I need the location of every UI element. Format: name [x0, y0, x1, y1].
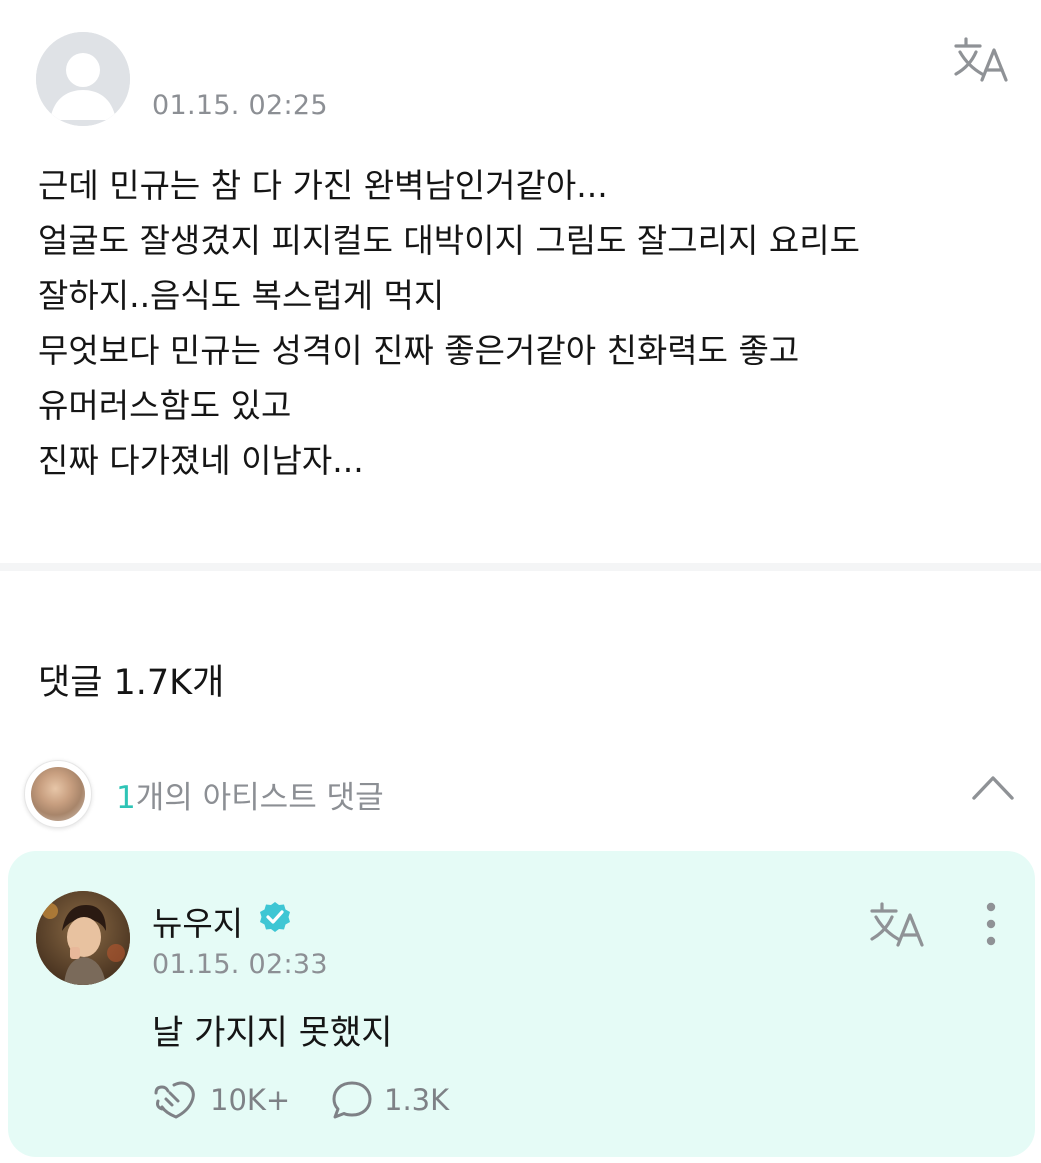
artist-comments-toggle[interactable]: 1개의 아티스트 댓글	[0, 758, 1041, 830]
post-body-line: 근데 민규는 참 다 가진 완벽남인거같아...	[38, 166, 608, 205]
like-count: 10K+	[210, 1083, 291, 1117]
post-body-line: 얼굴도 잘생겼지 피지컬도 대박이지 그림도 잘그리지 요리도	[38, 221, 860, 260]
post-body-line: 무엇보다 민규는 성격이 진짜 좋은거같아 친화력도 좋고	[38, 331, 800, 370]
reply-button[interactable]: 1.3K	[330, 1079, 480, 1125]
like-icon	[154, 1081, 195, 1119]
translate-icon[interactable]	[870, 901, 928, 949]
reply-icon	[332, 1081, 372, 1119]
translate-icon[interactable]	[954, 36, 1012, 84]
artist-name[interactable]: 뉴우지	[152, 897, 243, 945]
artist-comment-text: 날 가지지 못했지	[152, 1013, 393, 1053]
section-divider	[0, 563, 1041, 571]
comment-count-heading: 댓글 1.7K개	[38, 663, 225, 703]
post-body-line: 진짜 다가졌네 이남자...	[38, 441, 364, 480]
artist-avatar[interactable]	[36, 891, 130, 985]
artist-thumbnail	[24, 760, 92, 828]
chevron-up-icon[interactable]	[970, 772, 1016, 802]
post-body: 근데 민규는 참 다 가진 완벽남인거같아... 얼굴도 잘생겼지 피지컬도 대…	[38, 158, 1018, 488]
artist-comments-label: 1개의 아티스트 댓글	[116, 772, 384, 817]
post-body-line: 유머러스함도 있고	[38, 386, 292, 425]
like-button[interactable]: 10K+	[152, 1079, 302, 1125]
post-timestamp: 01.15. 02:25	[152, 90, 328, 121]
artist-comment-timestamp: 01.15. 02:33	[152, 949, 328, 980]
verified-badge-icon	[260, 902, 290, 932]
artist-thumbnail-image	[31, 767, 85, 821]
post-body-line: 잘하지..음식도 복스럽게 먹지	[38, 276, 445, 315]
post-author-avatar[interactable]	[36, 32, 130, 126]
artist-comments-label-text: 개의 아티스트 댓글	[135, 780, 384, 816]
more-options-icon[interactable]	[976, 901, 1006, 947]
artist-avatar-image	[36, 891, 130, 985]
reply-count: 1.3K	[384, 1083, 450, 1117]
artist-comment-card: 뉴우지 01.15. 02:33 날 가지지 못했지 10K+ 1.3K	[8, 851, 1035, 1157]
artist-comments-count: 1	[116, 780, 136, 816]
default-user-avatar-icon	[36, 32, 130, 126]
